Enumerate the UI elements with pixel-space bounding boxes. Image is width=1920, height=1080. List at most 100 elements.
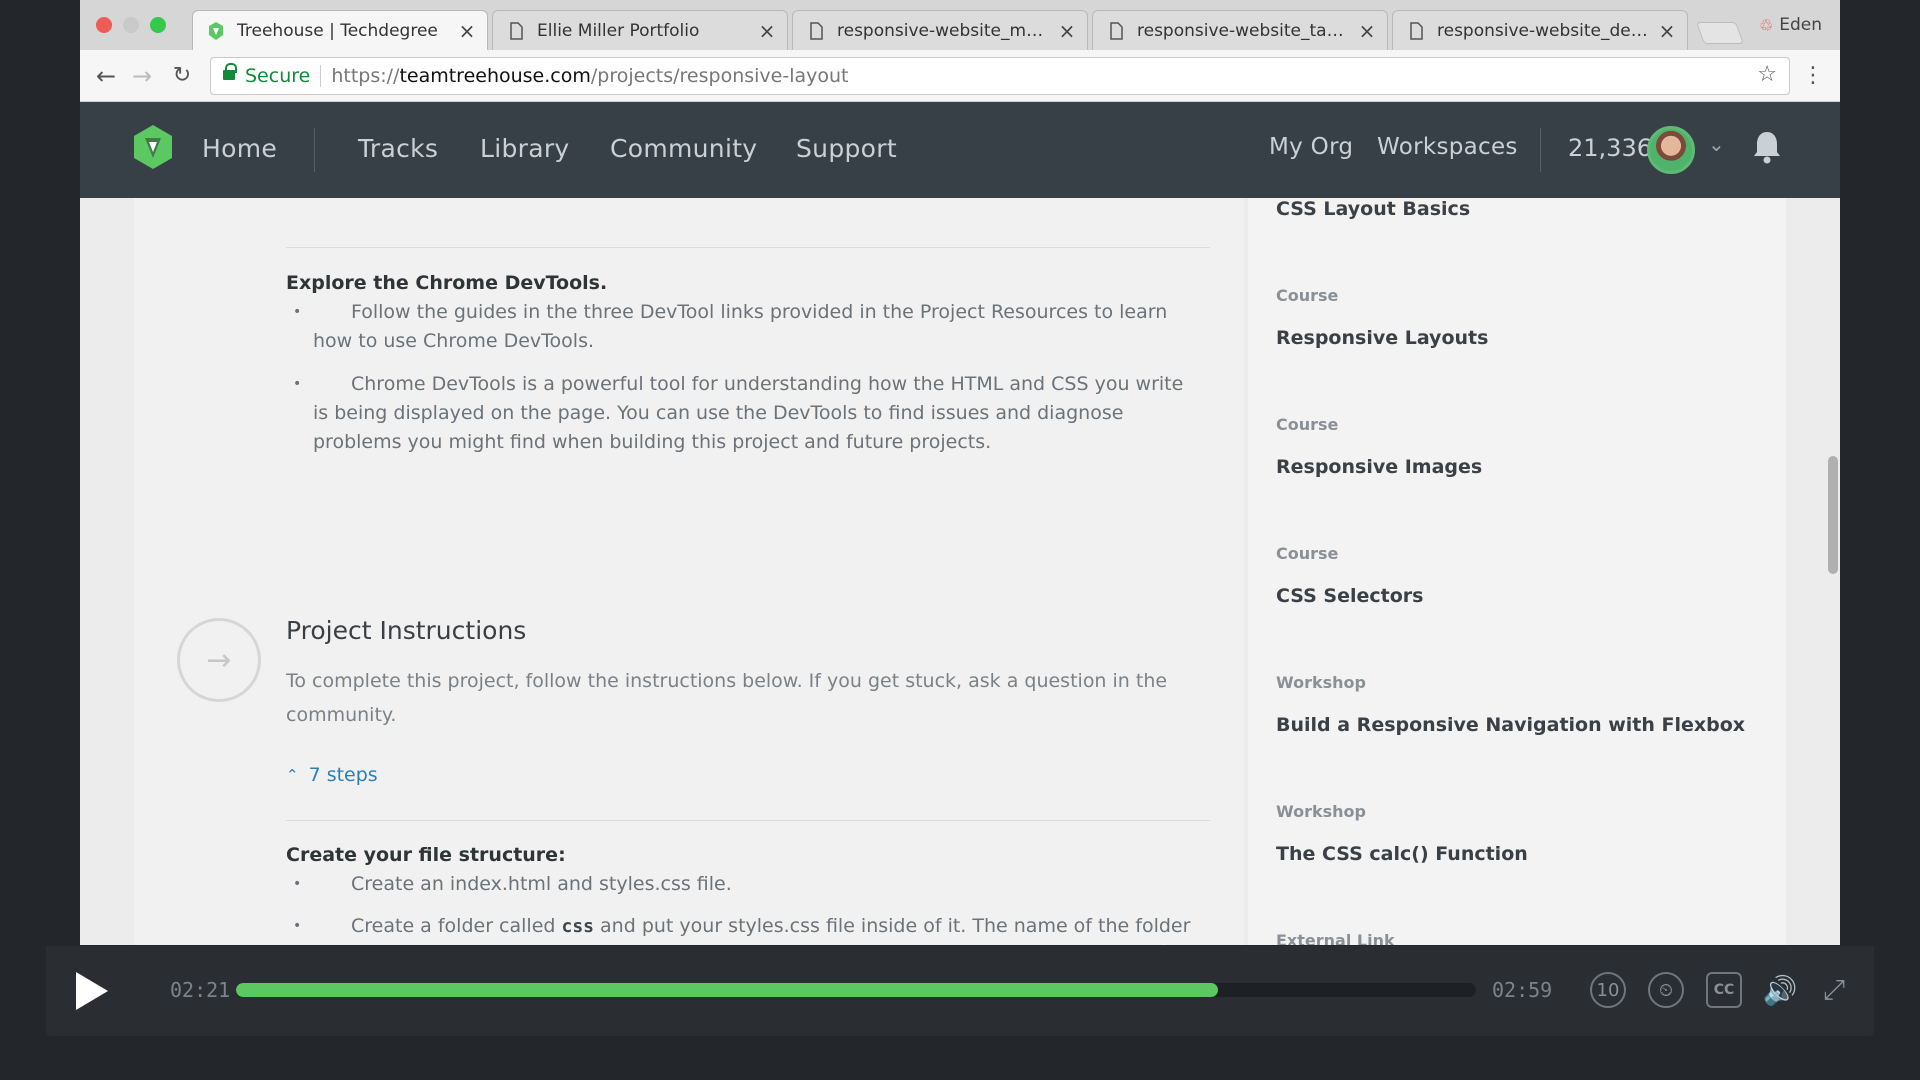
nav-divider xyxy=(314,128,315,172)
scrollbar[interactable] xyxy=(1828,456,1838,574)
volume-icon[interactable]: 🔊 xyxy=(1762,972,1798,1008)
url-host: teamtreehouse.com xyxy=(399,65,591,87)
rewind-10-icon[interactable]: 10 xyxy=(1590,972,1626,1008)
tab-title: Treehouse | Techdegree xyxy=(237,20,438,41)
tab-desktop[interactable]: responsive-website_desktop × xyxy=(1392,10,1688,50)
nav-support[interactable]: Support xyxy=(796,134,897,163)
file-structure-bullet-1-text: Create an index.html and styles.css file… xyxy=(351,873,732,895)
resource-type: Course xyxy=(1276,544,1339,563)
tab-close-icon[interactable]: × xyxy=(1657,19,1677,43)
url-path: /projects/responsive-layout xyxy=(590,65,849,87)
video-controls: 02:21 02:59 10 ⏲ CC 🔊 ⤢ xyxy=(46,946,1874,1036)
devtools-bullet-2-text: Chrome DevTools is a powerful tool for u… xyxy=(313,373,1184,453)
maximize-window-button[interactable] xyxy=(150,17,166,33)
document-icon xyxy=(810,21,823,40)
reload-icon[interactable]: ↻ xyxy=(168,62,196,90)
secure-label: Secure xyxy=(245,65,311,87)
devtools-bullet-2: Chrome DevTools is a powerful tool for u… xyxy=(293,370,1193,457)
avatar[interactable] xyxy=(1647,126,1695,174)
bell-icon[interactable] xyxy=(1752,130,1782,164)
tab-portfolio[interactable]: Ellie Miller Portfolio × xyxy=(492,10,788,50)
tab-close-icon[interactable]: × xyxy=(457,19,477,43)
treehouse-logo-icon[interactable] xyxy=(130,124,176,170)
playback-speed-icon[interactable]: ⏲ xyxy=(1648,972,1684,1008)
arrow-right-icon: → xyxy=(177,618,261,702)
duration: 02:59 xyxy=(1492,978,1553,1002)
nav-workspaces[interactable]: Workspaces xyxy=(1377,134,1518,160)
resource-title[interactable]: Responsive Images xyxy=(1276,456,1482,478)
browser-menu-icon[interactable]: ⋮ xyxy=(1802,62,1824,90)
tab-strip: Treehouse | Techdegree × Ellie Miller Po… xyxy=(80,0,1840,50)
resource-type: External Link xyxy=(1276,931,1395,945)
caret-up-icon: ⌃ xyxy=(286,766,299,784)
address-divider xyxy=(320,65,322,87)
back-arrow-icon[interactable]: ← xyxy=(92,62,120,90)
devtools-bullet-1-text: Follow the guides in the three DevTool l… xyxy=(313,301,1168,352)
instructions-title: Project Instructions xyxy=(286,616,527,645)
divider xyxy=(286,247,1210,248)
tab-title: responsive-website_mobile3 xyxy=(837,20,1051,41)
current-time: 02:21 xyxy=(170,978,231,1002)
resource-title[interactable]: CSS Selectors xyxy=(1276,585,1423,607)
minimize-window-button[interactable] xyxy=(123,17,139,33)
tab-title: responsive-website_desktop xyxy=(1437,20,1651,41)
inline-code: css xyxy=(561,916,594,937)
document-icon xyxy=(510,21,523,40)
file-structure-bullet-2-post: and put your styles.css file inside of i… xyxy=(594,915,1191,937)
nav-library[interactable]: Library xyxy=(480,134,570,163)
tab-title: responsive-website_tablet7 xyxy=(1137,20,1351,41)
resource-type: Workshop xyxy=(1276,802,1366,821)
resource-type: Course xyxy=(1276,415,1339,434)
mouse-cursor-icon xyxy=(1162,943,1165,945)
bookmark-star-icon[interactable]: ☆ xyxy=(1757,62,1777,87)
tab-title: Ellie Miller Portfolio xyxy=(537,20,700,41)
divider xyxy=(286,820,1210,821)
closed-captions-icon[interactable]: CC xyxy=(1706,972,1742,1008)
tab-tablet[interactable]: responsive-website_tablet7 × xyxy=(1092,10,1388,50)
file-structure-bullet-1: Create an index.html and styles.css file… xyxy=(293,870,1193,899)
nav-community[interactable]: Community xyxy=(610,134,757,163)
progress-fill xyxy=(236,983,1219,997)
close-window-button[interactable] xyxy=(96,17,112,33)
forward-arrow-icon[interactable]: → xyxy=(128,62,156,90)
address-bar[interactable]: Secure https://teamtreehouse.com/project… xyxy=(210,57,1790,95)
site-header: Home Tracks Library Community Support My… xyxy=(80,102,1840,198)
profile-icon: ♲ xyxy=(1758,15,1774,35)
tab-treehouse[interactable]: Treehouse | Techdegree × xyxy=(192,10,488,50)
nav-home[interactable]: Home xyxy=(202,134,277,163)
fullscreen-icon[interactable]: ⤢ xyxy=(1816,972,1852,1008)
nav-divider xyxy=(1540,128,1541,172)
resource-title[interactable]: Build a Responsive Navigation with Flexb… xyxy=(1276,714,1745,736)
browser-toolbar: ← → ↻ Secure https://teamtreehouse.com/p… xyxy=(80,50,1840,102)
resource-type: Course xyxy=(1276,286,1339,305)
resource-title[interactable]: The CSS calc() Function xyxy=(1276,843,1528,865)
steps-toggle[interactable]: ⌃ 7 steps xyxy=(286,764,378,786)
file-structure-bullet-2-pre: Create a folder called xyxy=(351,915,562,937)
progress-bar[interactable] xyxy=(236,983,1476,997)
nav-tracks[interactable]: Tracks xyxy=(358,134,438,163)
browser-window: Treehouse | Techdegree × Ellie Miller Po… xyxy=(80,0,1840,945)
new-tab-button[interactable] xyxy=(1695,22,1745,44)
document-icon xyxy=(1410,21,1423,40)
tab-close-icon[interactable]: × xyxy=(757,19,777,43)
play-icon[interactable] xyxy=(76,972,108,1010)
file-structure-bullet-2: Create a folder called css and put your … xyxy=(293,912,1193,941)
document-icon xyxy=(1110,21,1123,40)
resource-type: Workshop xyxy=(1276,673,1366,692)
tab-close-icon[interactable]: × xyxy=(1357,19,1377,43)
page-content: Explore the Chrome DevTools. Follow the … xyxy=(80,198,1840,945)
nav-my-org[interactable]: My Org xyxy=(1269,134,1353,160)
resource-title[interactable]: CSS Layout Basics xyxy=(1276,198,1470,220)
devtools-heading: Explore the Chrome DevTools. xyxy=(286,272,608,294)
instructions-body: To complete this project, follow the ins… xyxy=(286,670,1168,726)
tab-close-icon[interactable]: × xyxy=(1057,19,1077,43)
resource-title[interactable]: Responsive Layouts xyxy=(1276,327,1488,349)
treehouse-favicon-icon xyxy=(209,21,223,40)
sidebar-card xyxy=(1248,198,1786,945)
tab-mobile[interactable]: responsive-website_mobile3 × xyxy=(792,10,1088,50)
profile-name: Eden xyxy=(1779,15,1822,35)
steps-toggle-label: 7 steps xyxy=(308,764,378,786)
chevron-down-icon[interactable]: ⌄ xyxy=(1708,132,1725,156)
profile-button[interactable]: ♲ Eden xyxy=(1759,15,1822,35)
file-structure-heading: Create your file structure: xyxy=(286,844,566,866)
